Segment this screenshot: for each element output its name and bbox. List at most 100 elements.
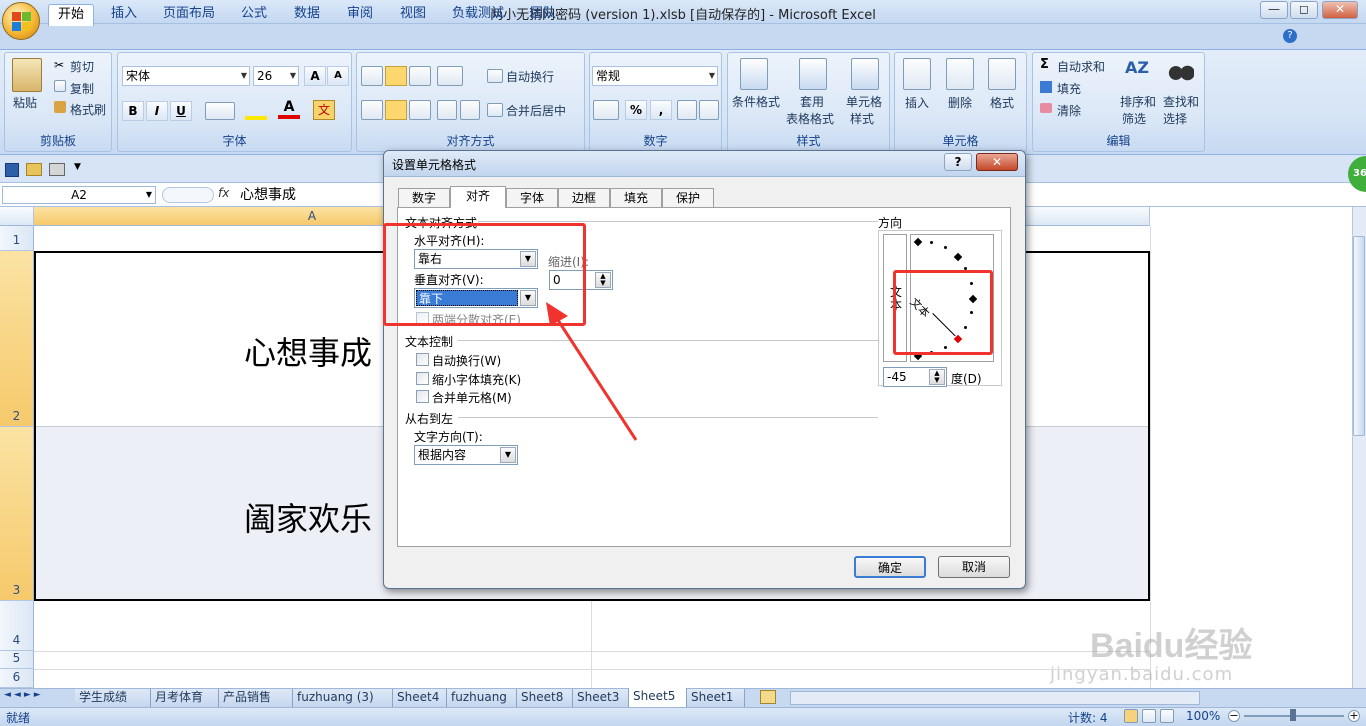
font-size-combo[interactable]: 26 ▼ <box>253 66 299 86</box>
sheet-tab[interactable]: Sheet8 <box>517 689 573 707</box>
tab-page-layout[interactable]: 页面布局 <box>158 4 220 26</box>
format-as-table-icon[interactable] <box>799 58 827 90</box>
maximize-button[interactable]: ◻ <box>1290 1 1318 19</box>
decrease-indent-icon[interactable] <box>437 100 457 120</box>
dialog-tab-font[interactable]: 字体 <box>506 188 558 208</box>
align-bottom-icon[interactable] <box>409 66 431 86</box>
minimize-button[interactable]: — <box>1260 1 1288 19</box>
zoom-in-icon[interactable]: + <box>1348 710 1360 722</box>
wrap-text-checkbox[interactable] <box>416 353 429 366</box>
row-header-2[interactable]: 2 <box>0 251 34 427</box>
grow-font-button[interactable]: A <box>304 66 326 86</box>
dialog-tab-fill[interactable]: 填充 <box>610 188 662 208</box>
sheet-tab[interactable]: Sheet1 <box>687 689 745 707</box>
dialog-tab-alignment[interactable]: 对齐 <box>450 186 506 208</box>
align-center-icon[interactable] <box>385 100 407 120</box>
tab-view[interactable]: 视图 <box>393 4 433 26</box>
merge-center-button[interactable]: 合并后居中 <box>506 102 566 119</box>
currency-icon[interactable] <box>593 100 619 120</box>
sort-filter-icon[interactable]: AZ <box>1125 58 1151 88</box>
clear-button[interactable]: 清除 <box>1057 102 1081 119</box>
row-header-4[interactable]: 4 <box>0 601 34 651</box>
sheet-tab[interactable]: Sheet5 <box>629 688 687 707</box>
cut-button[interactable]: 剪切 <box>70 58 94 75</box>
wrap-text-button[interactable]: 自动换行 <box>506 68 554 85</box>
horizontal-scrollbar[interactable] <box>790 691 1200 705</box>
insert-function-icon[interactable]: fx <box>218 186 229 200</box>
close-window-button[interactable]: ✕ <box>1322 1 1358 19</box>
format-as-table-label-1[interactable]: 套用 <box>800 93 824 110</box>
cell-styles-label-1[interactable]: 单元格 <box>846 93 882 110</box>
insert-cells-button[interactable]: 插入 <box>905 94 929 111</box>
ok-button[interactable]: 确定 <box>854 556 926 578</box>
shrink-to-fit-checkbox[interactable] <box>416 372 429 385</box>
degrees-spinner[interactable]: -45 ▲ ▼ <box>883 367 947 387</box>
name-box[interactable]: A2 ▼ <box>2 186 156 204</box>
print-icon[interactable] <box>49 163 65 176</box>
row-header-6[interactable]: 6 <box>0 669 34 688</box>
align-middle-icon[interactable] <box>385 66 407 86</box>
tab-team[interactable]: 团队 <box>523 4 563 26</box>
page-break-view-icon[interactable] <box>1160 709 1174 723</box>
select-all-corner[interactable] <box>0 207 34 226</box>
help-icon[interactable]: ? <box>1283 29 1297 43</box>
autosum-button[interactable]: 自动求和 <box>1057 58 1105 75</box>
vertical-scroll-thumb[interactable] <box>1353 236 1365 436</box>
conditional-format-icon[interactable] <box>740 58 768 90</box>
binoculars-icon[interactable] <box>1168 60 1194 86</box>
dialog-tab-border[interactable]: 边框 <box>558 188 610 208</box>
percent-button[interactable]: % <box>625 100 647 120</box>
tab-data[interactable]: 数据 <box>287 4 327 26</box>
sort-filter-label-1[interactable]: 排序和 <box>1120 93 1156 110</box>
cancel-button[interactable]: 取消 <box>938 556 1010 578</box>
tab-insert[interactable]: 插入 <box>104 4 144 26</box>
zoom-level[interactable]: 100% <box>1186 709 1220 723</box>
save-icon[interactable] <box>5 163 19 177</box>
dialog-tab-number[interactable]: 数字 <box>398 188 450 208</box>
fill-color-icon[interactable] <box>245 102 267 120</box>
insert-cells-icon[interactable] <box>903 58 931 90</box>
orientation-icon[interactable] <box>437 66 463 86</box>
formula-content[interactable]: 心想事成 <box>240 185 296 205</box>
sheet-tab[interactable]: 产品销售 <box>219 689 293 707</box>
shrink-font-button[interactable]: A <box>327 66 349 86</box>
comma-button[interactable]: , <box>650 100 672 120</box>
dialog-close-button[interactable]: ✕ <box>976 153 1018 171</box>
qat-customize-icon[interactable]: ▼ <box>74 162 81 172</box>
normal-view-icon[interactable] <box>1124 709 1138 723</box>
paste-button[interactable]: 粘贴 <box>13 94 37 111</box>
insert-sheet-icon[interactable] <box>760 690 776 704</box>
borders-icon[interactable] <box>205 102 235 120</box>
sheet-tab[interactable]: fuzhuang <box>447 689 517 707</box>
delete-cells-button[interactable]: 删除 <box>948 94 972 111</box>
bold-button[interactable]: B <box>122 101 144 121</box>
tab-home[interactable]: 开始 <box>48 4 94 26</box>
italic-button[interactable]: I <box>146 101 168 121</box>
number-format-combo[interactable]: 常规 ▼ <box>592 66 718 86</box>
sheet-tab[interactable]: 学生成绩 <box>75 689 151 707</box>
align-right-icon[interactable] <box>409 100 431 120</box>
align-top-icon[interactable] <box>361 66 383 86</box>
dialog-tab-protection[interactable]: 保护 <box>662 188 714 208</box>
conditional-format-button[interactable]: 条件格式 <box>732 93 780 110</box>
increase-indent-icon[interactable] <box>460 100 480 120</box>
merge-cells-checkbox[interactable] <box>416 390 429 403</box>
fill-button[interactable]: 填充 <box>1057 80 1081 97</box>
sheet-tab[interactable]: fuzhuang (3) <box>293 689 393 707</box>
copy-button[interactable]: 复制 <box>70 80 94 97</box>
format-as-table-label-2[interactable]: 表格格式 <box>786 110 834 127</box>
delete-cells-icon[interactable] <box>946 58 974 90</box>
page-layout-view-icon[interactable] <box>1142 709 1156 723</box>
format-painter-button[interactable]: 格式刷 <box>70 101 106 118</box>
cell-styles-label-2[interactable]: 样式 <box>850 110 874 127</box>
font-color-button[interactable]: A <box>278 99 300 119</box>
sheet-tab[interactable]: Sheet3 <box>573 689 629 707</box>
row-header-1[interactable]: 1 <box>0 226 34 251</box>
office-button[interactable] <box>2 2 40 40</box>
sheet-nav-icon[interactable]: ◄◄►► <box>4 690 44 700</box>
paste-icon[interactable] <box>12 58 42 92</box>
underline-button[interactable]: U <box>170 101 192 121</box>
cell-a3[interactable]: 阖家欢乐 <box>244 494 372 540</box>
phonetic-button[interactable]: 文 <box>313 100 335 120</box>
tab-load-test[interactable]: 负载测试 <box>447 4 509 26</box>
